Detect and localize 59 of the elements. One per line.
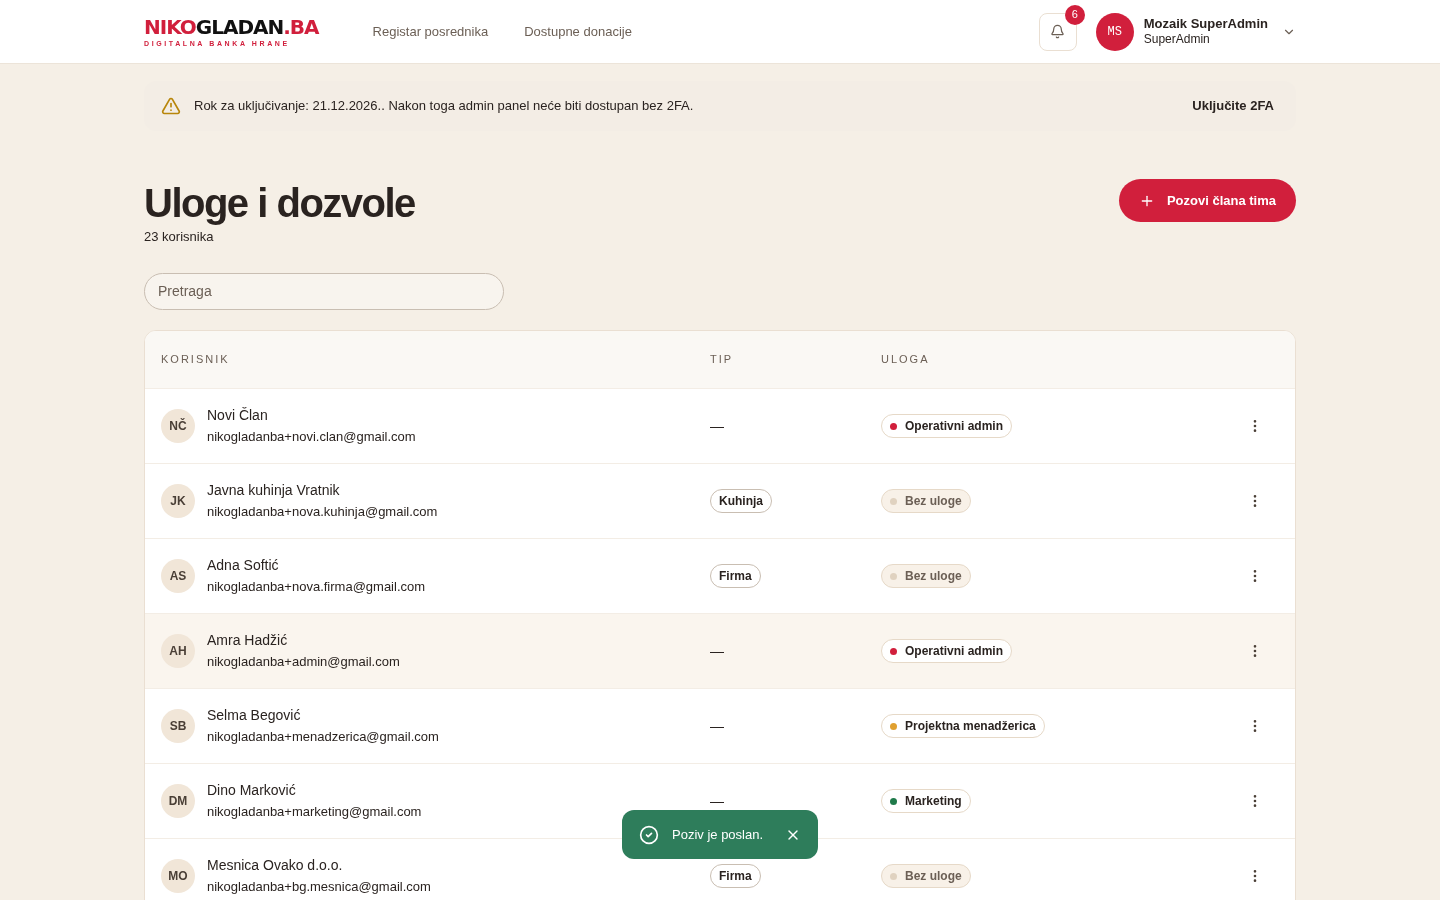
user-avatar: MO	[161, 858, 195, 893]
user-email: nikogladanba+nova.kuhinja@gmail.com	[207, 502, 438, 521]
warning-icon	[161, 96, 181, 116]
alert-text: Rok za uključivanje: 21.12.2026.. Nakon toga admin panel neće biti dostupan bez 2FA.	[194, 97, 694, 116]
table-row[interactable]: AH Amra Hadžić nikogladanba+admin@gmail.com — Operativni admin	[145, 612, 1295, 688]
role-label: Operativni admin	[905, 643, 1004, 661]
user-name: Amra Hadžić	[207, 630, 289, 650]
search-field[interactable]: Pretraga	[144, 272, 504, 310]
bell-icon	[1050, 24, 1066, 39]
user-avatar: MS	[1095, 12, 1134, 51]
role-label: Bez uloge	[905, 493, 962, 511]
check-circle-icon	[639, 824, 659, 845]
user-email: nikogladanba+nova.firma@gmail.com	[207, 577, 426, 596]
user-avatar: SB	[161, 708, 195, 743]
role-label: Marketing	[905, 793, 962, 811]
empty-type-dash: —	[710, 792, 724, 809]
logo-text: NIKO	[144, 16, 196, 37]
user-email: nikogladanba+novi.clan@gmail.com	[207, 427, 416, 446]
user-email: nikogladanba+menadzerica@gmail.com	[207, 727, 439, 746]
nav-link[interactable]: Dostupne donacije	[524, 21, 632, 42]
user-role: SuperAdmin	[1143, 32, 1210, 48]
page-title: Uloge i dozvole	[144, 180, 415, 227]
user-avatar: AS	[161, 558, 195, 593]
role-label: Bez uloge	[905, 868, 962, 886]
user-email: nikogladanba+marketing@gmail.com	[207, 802, 422, 821]
user-avatar: NČ	[161, 408, 195, 443]
role-label: Operativni admin	[905, 418, 1004, 436]
column-header: TIP	[710, 351, 735, 367]
empty-type-dash: —	[710, 417, 724, 434]
user-name: Javna kuhinja Vratnik	[207, 480, 341, 500]
user-menu[interactable]: MS Mozaik SuperAdmin SuperAdmin	[1095, 12, 1296, 51]
notifications-button[interactable]	[1038, 12, 1077, 51]
user-avatar: AH	[161, 633, 195, 668]
user-name: Novi Član	[207, 405, 269, 425]
user-email: nikogladanba+admin@gmail.com	[207, 652, 400, 671]
type-tag: Firma	[710, 564, 761, 588]
enable-2fa-link[interactable]: Uključite 2FA	[1192, 96, 1274, 116]
role-label: Bez uloge	[905, 568, 962, 586]
logo-text: GLADAN	[195, 16, 284, 37]
user-name: Adna Softić	[207, 555, 280, 575]
role-label: Projektna menadžerica	[905, 718, 1036, 736]
user-avatar: DM	[161, 783, 195, 818]
notification-count: 6	[1064, 4, 1085, 25]
type-tag: Kuhinja	[710, 489, 772, 513]
column-header: KORISNIK	[161, 351, 231, 367]
user-avatar: JK	[161, 483, 195, 518]
user-name: Mesnica Ovako d.o.o.	[207, 855, 344, 875]
user-name: Selma Begović	[207, 705, 302, 725]
column-header: ULOGA	[881, 351, 930, 367]
user-name: Mozaik SuperAdmin	[1143, 15, 1268, 33]
user-name: Dino Marković	[207, 780, 297, 800]
type-tag: Firma	[710, 864, 761, 888]
invite-button[interactable]: Pozovi člana tima	[1118, 179, 1296, 222]
empty-type-dash: —	[710, 642, 724, 659]
empty-type-dash: —	[710, 717, 724, 734]
user-count: 23 korisnika	[144, 228, 215, 246]
logo-text: .BA	[283, 16, 319, 37]
user-email: nikogladanba+bg.mesnica@gmail.com	[207, 877, 431, 896]
nav-link[interactable]: Registar posrednika	[372, 21, 489, 42]
